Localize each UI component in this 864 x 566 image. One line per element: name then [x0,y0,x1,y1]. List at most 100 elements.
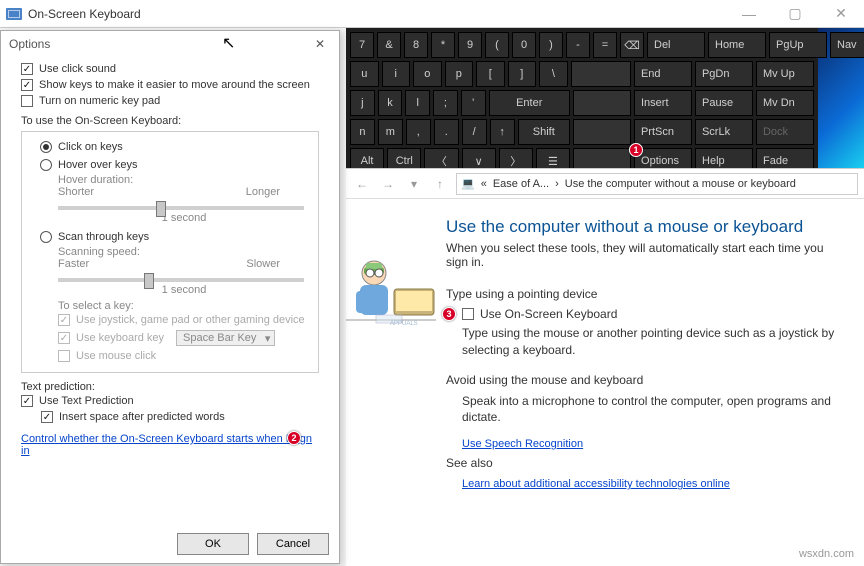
key-minus[interactable]: - [566,32,590,58]
lbl-use-textpred: Use Text Prediction [39,395,134,407]
hover-slider[interactable] [58,206,304,210]
key-0[interactable]: 0 [512,32,536,58]
see-also-label: See also [446,450,840,470]
lbl-click-keys: Click on keys [58,141,123,153]
lbl-click-sound: Use click sound [39,63,116,75]
key-slash[interactable]: / [462,119,487,145]
key-end[interactable]: End [634,61,692,87]
key-7[interactable]: 7 [350,32,374,58]
key-prtscn[interactable]: PrtScn [634,119,692,145]
key-o[interactable]: o [413,61,442,87]
key-lparen[interactable]: ( [485,32,509,58]
key-semicolon[interactable]: ; [433,90,458,116]
signin-link[interactable]: Control whether the On-Screen Keyboard s… [21,433,312,457]
group-mode: Click on keys Hover over keys Hover dura… [21,131,319,373]
learn-more-link[interactable]: Learn about additional accessibility tec… [462,478,730,490]
key-backspace[interactable]: ⌫ [620,32,644,58]
lbl-shorter: Shorter [58,186,94,198]
key-enter[interactable]: Enter [489,90,570,116]
badge-1: 1 [629,143,643,157]
dialog-close-icon[interactable]: ✕ [309,33,331,55]
key-pause[interactable]: Pause [695,90,753,116]
chk-joystick: ✓ [58,314,70,326]
key-dock[interactable]: Dock [756,119,814,145]
key-lbracket[interactable]: [ [476,61,505,87]
use-speech-link[interactable]: Use Speech Recognition [462,438,583,450]
crumb-ease[interactable]: Ease of A... [493,178,549,190]
minimize-button[interactable]: — [726,0,772,28]
avoid-desc: Speak into a microphone to control the c… [446,391,840,437]
use-osk-checkbox[interactable] [462,308,474,320]
chk-insert-space[interactable]: ✓ [41,411,53,423]
chk-click-sound[interactable]: ✓ [21,63,33,75]
ok-button[interactable]: OK [177,533,249,555]
scan-thumb[interactable] [144,273,154,289]
key-period[interactable]: . [434,119,459,145]
key-pgup[interactable]: PgUp [769,32,827,58]
nav-up-icon[interactable]: ↑ [430,174,450,194]
scan-slider[interactable] [58,278,304,282]
page-content: APPUALS Use the computer without a mouse… [346,199,864,498]
chk-show-keys[interactable]: ✓ [21,79,33,91]
chk-textpred[interactable]: ✓ [21,395,33,407]
key-comma[interactable]: , [406,119,431,145]
cancel-button[interactable]: Cancel [257,533,329,555]
key-amp[interactable]: & [377,32,401,58]
key-n[interactable]: n [350,119,375,145]
close-button[interactable]: ✕ [818,0,864,28]
onscreen-keyboard: 7 & 8 * 9 ( 0 ) - = ⌫ Del Home PgUp Nav … [346,28,818,178]
key-backslash[interactable]: \ [539,61,568,87]
chk-numeric[interactable] [21,95,33,107]
key-8[interactable]: 8 [404,32,428,58]
nav-history-icon[interactable]: ▾ [404,174,424,194]
key-u[interactable]: u [350,61,379,87]
key-mvup[interactable]: Mv Up [756,61,814,87]
radio-click[interactable] [40,141,52,153]
key-insert[interactable]: Insert [634,90,692,116]
key-m[interactable]: m [378,119,403,145]
key-apostrophe[interactable]: ' [461,90,486,116]
svg-text:APPUALS: APPUALS [390,321,418,327]
key-del[interactable]: Del [647,32,705,58]
watermark: wsxdn.com [799,548,854,560]
key-star[interactable]: * [431,32,455,58]
lbl-numeric: Turn on numeric key pad [39,95,160,107]
key-pgdn[interactable]: PgDn [695,61,753,87]
nav-back-icon[interactable]: ← [352,174,372,194]
nav-fwd-icon[interactable]: → [378,174,398,194]
osk-row-2: u i o p [ ] \ End PgDn Mv Up [350,61,814,87]
key-home[interactable]: Home [708,32,766,58]
lbl-mouseclick: Use mouse click [76,350,156,362]
key-rparen[interactable]: ) [539,32,563,58]
chk-kbdkey: ✓ [58,332,70,344]
key-l[interactable]: l [405,90,430,116]
key-shift[interactable]: Shift [518,119,570,145]
key-i[interactable]: i [382,61,411,87]
key-p[interactable]: p [445,61,474,87]
key-nav[interactable]: Nav [830,32,864,58]
use-osk-label: Use On-Screen Keyboard [480,307,617,321]
key-scrlk[interactable]: ScrLk [695,119,753,145]
window-controls: — ▢ ✕ [726,0,864,28]
key-rbracket[interactable]: ] [508,61,537,87]
key-mvdn[interactable]: Mv Dn [756,90,814,116]
radio-scan[interactable] [40,231,52,243]
maximize-button[interactable]: ▢ [772,0,818,28]
hover-thumb[interactable] [156,201,166,217]
lbl-to-select: To select a key: [58,300,310,312]
key-up[interactable]: ↑ [490,119,515,145]
pointing-desc: Type using the mouse or another pointing… [446,323,840,369]
radio-hover[interactable] [40,159,52,171]
address-icon: 💻 [461,177,475,190]
lbl-faster: Faster [58,258,89,270]
key-equals[interactable]: = [593,32,617,58]
key-j[interactable]: j [350,90,375,116]
lbl-insert-space: Insert space after predicted words [59,411,225,423]
lbl-show-keys: Show keys to make it easier to move arou… [39,79,310,91]
address-bar[interactable]: 💻 « Ease of A... › Use the computer with… [456,173,858,195]
key-k[interactable]: k [378,90,403,116]
badge-2: 2 [287,431,301,445]
select-spacebar: Space Bar Key [176,330,275,346]
crumb-use-computer[interactable]: Use the computer without a mouse or keyb… [565,178,796,190]
key-9[interactable]: 9 [458,32,482,58]
